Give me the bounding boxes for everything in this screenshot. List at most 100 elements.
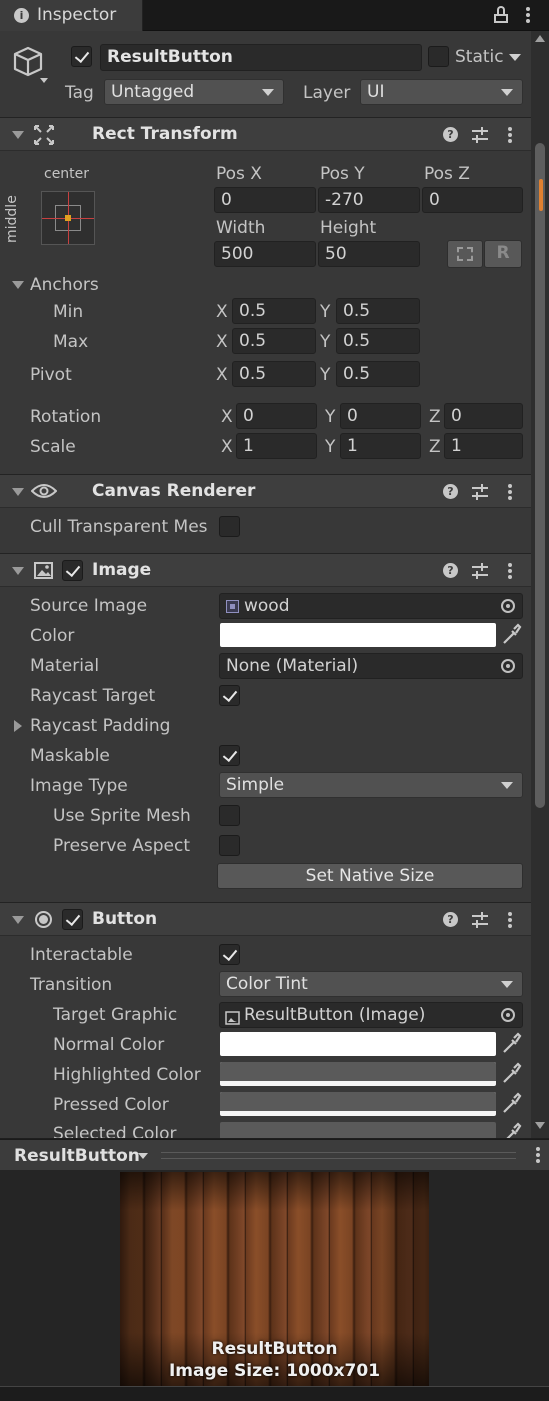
maskable-checkbox[interactable] — [219, 745, 240, 766]
preview-title[interactable]: ResultButton — [14, 1146, 140, 1166]
pressed-color-swatch[interactable] — [220, 1092, 496, 1116]
help-icon[interactable]: ? — [443, 563, 458, 578]
anchor-max-x-field[interactable]: 0.5 — [232, 328, 316, 354]
cull-transparent-checkbox[interactable] — [219, 516, 240, 537]
static-label[interactable]: Static — [455, 47, 504, 67]
pos-y-field[interactable]: -270 — [318, 187, 420, 213]
normal-color-swatch[interactable] — [220, 1032, 496, 1056]
active-checkbox[interactable] — [71, 46, 92, 67]
highlighted-color-swatch[interactable] — [220, 1062, 496, 1086]
gameobject-icon[interactable] — [12, 45, 48, 85]
blueprint-mode-button[interactable] — [447, 240, 483, 268]
component-menu-icon[interactable] — [508, 127, 512, 143]
component-menu-icon[interactable] — [508, 912, 512, 928]
chevron-down-icon[interactable] — [138, 1153, 148, 1159]
pos-x-field[interactable]: 0 — [214, 187, 316, 213]
object-name-field[interactable]: ResultButton — [100, 44, 422, 71]
max-x-label: X — [216, 332, 228, 352]
interactable-checkbox[interactable] — [219, 944, 240, 965]
preserve-aspect-checkbox[interactable] — [219, 835, 240, 856]
tag-dropdown[interactable]: Untagged — [104, 79, 284, 105]
fold-arrow-icon[interactable] — [12, 131, 24, 139]
preview-header[interactable]: ResultButton — [0, 1139, 549, 1170]
static-dropdown-icon[interactable] — [509, 54, 521, 61]
image-enabled-checkbox[interactable] — [62, 560, 83, 581]
fold-arrow-icon[interactable] — [12, 916, 24, 924]
rect-transform-header[interactable]: Rect Transform ? — [0, 117, 531, 151]
scrollbar-thumb[interactable] — [535, 143, 545, 808]
button-header[interactable]: Button ? — [0, 902, 531, 936]
preview-drag-handle[interactable] — [161, 1152, 516, 1159]
scroll-up-icon[interactable] — [535, 35, 545, 42]
presets-icon[interactable] — [472, 912, 488, 928]
layer-dropdown[interactable]: UI — [360, 79, 523, 105]
preview-menu-icon[interactable] — [536, 1147, 540, 1163]
color-swatch[interactable] — [220, 623, 496, 647]
set-native-size-button[interactable]: Set Native Size — [217, 863, 523, 889]
fold-arrow-icon[interactable] — [12, 488, 24, 496]
anchor-min-x-field[interactable]: 0.5 — [232, 298, 316, 324]
target-graphic-field[interactable]: ResultButton (Image) — [219, 1002, 523, 1028]
canvas-renderer-header[interactable]: Canvas Renderer ? — [0, 474, 531, 508]
raycast-padding-label[interactable]: Raycast Padding — [30, 716, 170, 736]
rotation-x-field[interactable]: 0 — [236, 403, 317, 429]
eyedropper-icon[interactable] — [500, 1062, 522, 1086]
eyedropper-icon[interactable] — [500, 1092, 522, 1116]
anchors-fold-icon[interactable] — [12, 281, 24, 289]
anchor-min-y-field[interactable]: 0.5 — [336, 298, 420, 324]
button-enabled-checkbox[interactable] — [62, 909, 83, 930]
width-field[interactable]: 500 — [214, 241, 316, 267]
pivot-y-field[interactable]: 0.5 — [336, 361, 420, 387]
material-label: Material — [30, 656, 100, 676]
anchor-max-y-field[interactable]: 0.5 — [336, 328, 420, 354]
scale-y-field[interactable]: 1 — [340, 433, 421, 459]
image-type-dropdown[interactable]: Simple — [219, 772, 523, 798]
eyedropper-icon[interactable] — [500, 623, 522, 647]
scale-z-field[interactable]: 1 — [444, 433, 523, 459]
presets-icon[interactable] — [472, 563, 488, 579]
use-sprite-mesh-checkbox[interactable] — [219, 805, 240, 826]
normal-color-label: Normal Color — [53, 1035, 165, 1055]
pos-z-field[interactable]: 0 — [422, 187, 523, 213]
source-image-field[interactable]: wood — [219, 593, 523, 619]
fold-arrow-icon[interactable] — [12, 567, 24, 575]
tab-menu-icon[interactable] — [526, 7, 530, 23]
scroll-down-icon[interactable] — [535, 1122, 545, 1129]
cull-transparent-label: Cull Transparent Mes — [30, 517, 208, 537]
transition-dropdown[interactable]: Color Tint — [219, 971, 523, 997]
pos-y-label: Pos Y — [320, 164, 365, 184]
selected-color-swatch[interactable] — [220, 1122, 496, 1138]
raycast-padding-fold-icon[interactable] — [14, 720, 22, 732]
rotation-y-field[interactable]: 0 — [340, 403, 421, 429]
component-menu-icon[interactable] — [508, 563, 512, 579]
component-menu-icon[interactable] — [508, 484, 512, 500]
static-checkbox[interactable] — [428, 46, 449, 67]
help-icon[interactable]: ? — [443, 912, 458, 927]
target-graphic-label: Target Graphic — [53, 1005, 178, 1025]
help-icon[interactable]: ? — [443, 127, 458, 142]
height-field[interactable]: 50 — [318, 241, 420, 267]
scale-x-field[interactable]: 1 — [236, 433, 317, 459]
raw-edit-button[interactable]: R — [484, 240, 522, 268]
bottom-border — [0, 1386, 549, 1401]
presets-icon[interactable] — [472, 127, 488, 143]
help-icon[interactable]: ? — [443, 484, 458, 499]
image-header[interactable]: Image ? — [0, 553, 531, 587]
interactable-label: Interactable — [30, 945, 133, 965]
anchor-presets-button[interactable] — [41, 191, 95, 245]
pivot-x-field[interactable]: 0.5 — [232, 361, 316, 387]
rotation-z-field[interactable]: 0 — [444, 403, 523, 429]
vertical-scrollbar[interactable] — [531, 31, 549, 1138]
raycast-target-checkbox[interactable] — [219, 685, 240, 706]
target-graphic-value: ResultButton (Image) — [244, 1005, 426, 1025]
material-field[interactable]: None (Material) — [219, 653, 523, 679]
eyedropper-icon[interactable] — [500, 1122, 522, 1138]
presets-icon[interactable] — [472, 484, 488, 500]
lock-icon[interactable] — [494, 6, 508, 23]
object-picker-icon[interactable] — [501, 1008, 515, 1022]
object-picker-icon[interactable] — [501, 599, 515, 613]
object-picker-icon[interactable] — [501, 659, 515, 673]
inspector-tab[interactable]: i Inspector — [0, 0, 143, 32]
eyedropper-icon[interactable] — [500, 1032, 522, 1056]
scroll-position-marker — [539, 179, 543, 211]
